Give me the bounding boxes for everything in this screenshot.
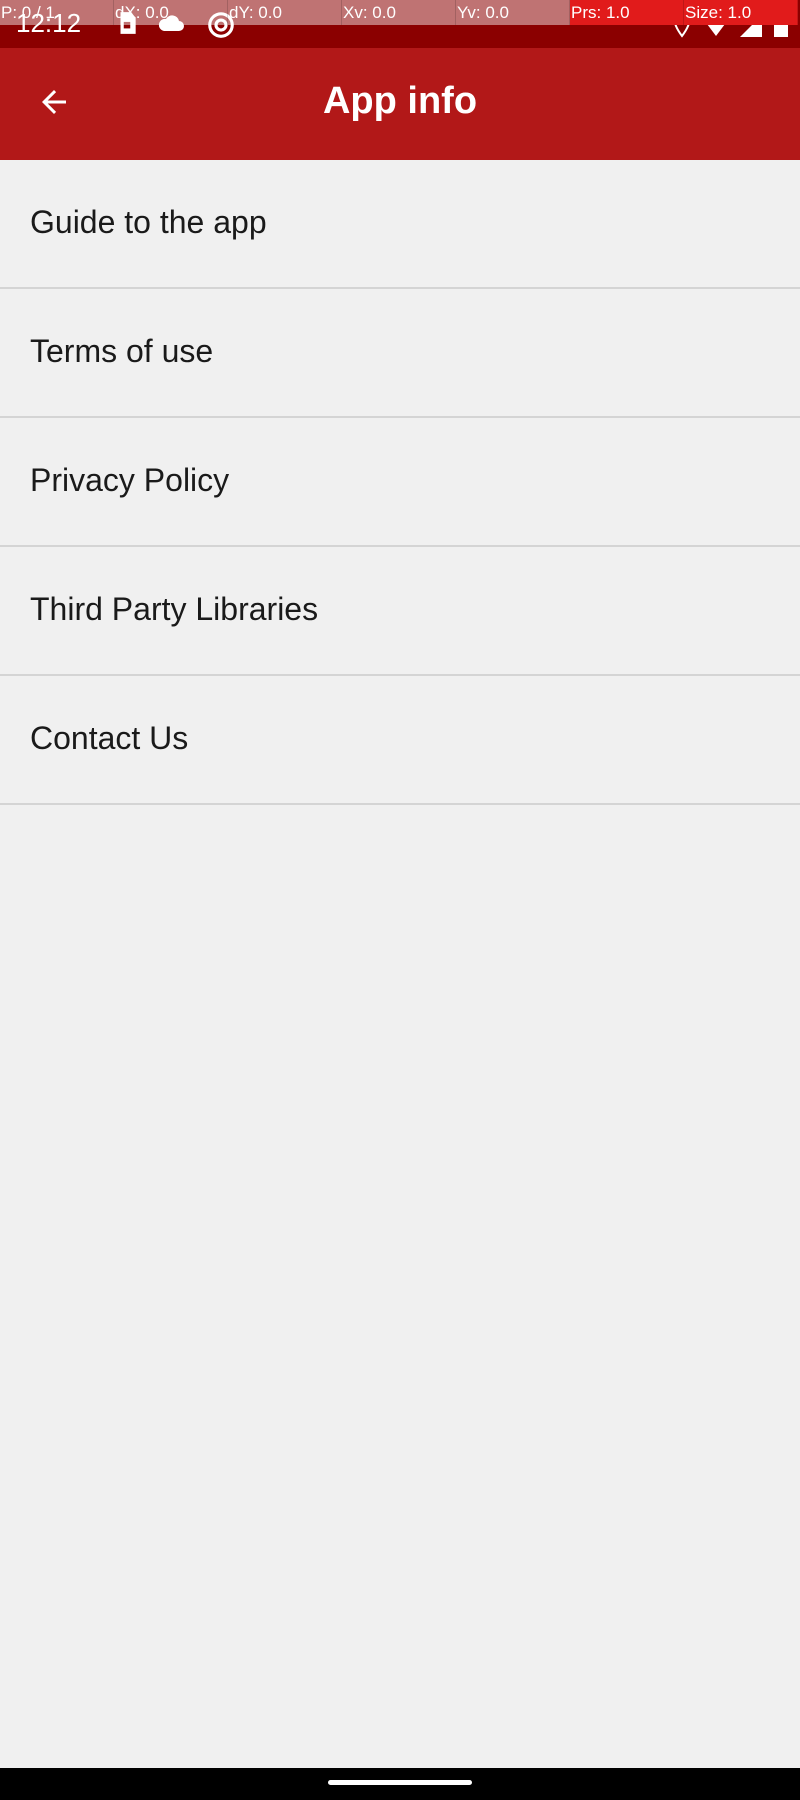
navigation-bar [0,1768,800,1800]
pointer-cell-dy: dY: 0.0 [228,0,342,25]
pointer-location-overlay: P: 0 / 1 dX: 0.0 dY: 0.0 Xv: 0.0 Yv: 0.0… [0,0,800,25]
page-title: App info [322,80,478,122]
menu-item-label: Terms of use [30,333,214,369]
menu-item-guide[interactable]: Guide to the app [0,160,800,289]
home-gesture-handle[interactable] [328,1780,472,1785]
menu-item-label: Privacy Policy [30,462,230,498]
app-info-menu: Guide to the app Terms of use Privacy Po… [0,160,800,805]
pointer-cell-yv: Yv: 0.0 [456,0,570,25]
menu-item-privacy-policy[interactable]: Privacy Policy [0,418,800,547]
menu-item-label: Third Party Libraries [30,591,319,627]
pointer-cell-size: Size: 1.0 [684,0,798,25]
pointer-cell-xv: Xv: 0.0 [342,0,456,25]
pointer-cell-dx: dX: 0.0 [114,0,228,25]
pointer-cell-p: P: 0 / 1 [0,0,114,25]
status-bar: 12:12 P: 0 / 1 dX: 0.0 dY: 0.0 Xv: 0.0 Y… [0,0,800,48]
app-bar: App info [0,48,800,160]
menu-item-terms-of-use[interactable]: Terms of use [0,289,800,418]
menu-item-label: Contact Us [30,720,189,756]
menu-item-label: Guide to the app [30,204,267,240]
app-info-screen: 12:12 P: 0 / 1 dX: 0.0 dY: 0.0 Xv: 0.0 Y… [0,0,800,1800]
pointer-cell-prs: Prs: 1.0 [570,0,684,25]
menu-item-third-party-libraries[interactable]: Third Party Libraries [0,547,800,676]
menu-item-contact-us[interactable]: Contact Us [0,676,800,805]
